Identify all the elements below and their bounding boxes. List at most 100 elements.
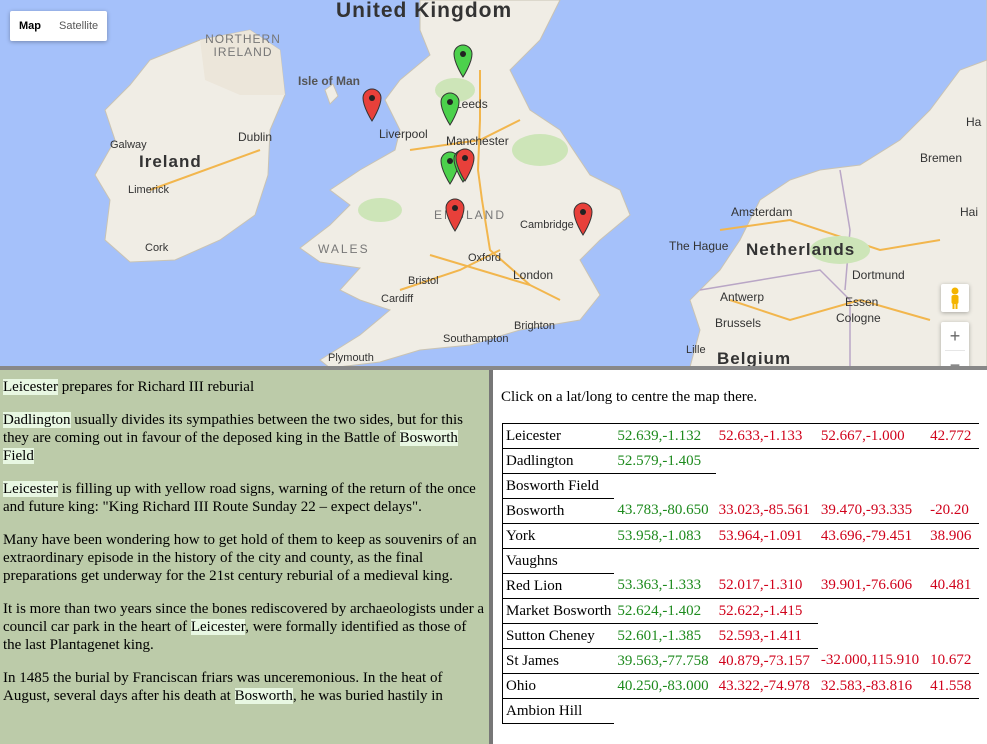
empty-cell [818,549,927,574]
empty-cell [927,474,979,499]
map-marker-red-icon[interactable] [455,148,475,182]
locations-intro: Click on a lat/long to centre the map th… [501,389,758,405]
latlong-link[interactable]: 39.470,-93.335 [817,498,928,524]
article-text-segment: Many have been wondering how to get hold… [3,532,477,584]
latlong-link[interactable]: 53.363,-1.333 [614,573,716,599]
place-highlight[interactable]: Leicester [3,379,58,395]
location-row: York 53.958,-1.083 53.964,-1.091 43.696,-79… [502,523,980,549]
location-row: Ohio 40.250,-83.000 43.322,-74.978 32.583,-… [502,673,980,699]
label-northern-ireland: NORTHERN IRELAND [205,32,281,59]
map-view[interactable]: United Kingdom NORTHERN IRELAND Isle of … [0,0,987,367]
empty-cell [818,474,927,499]
place-highlight[interactable]: Leicester [190,619,246,635]
map-type-map-button[interactable]: Map [10,11,50,41]
latlong-link[interactable]: -20.20 [927,498,980,524]
label-southampton: Southampton [443,333,509,345]
label-bristol: Bristol [408,275,439,287]
map-marker-green-icon[interactable] [440,92,460,126]
location-name: Bosworth Field [502,473,615,499]
location-name: Ambion Hill [502,698,615,724]
latlong-link[interactable]: 53.958,-1.083 [614,523,716,549]
latlong-link[interactable]: 40.879,-73.157 [715,648,818,674]
place-highlight[interactable]: Leicester [3,481,58,497]
latlong-link[interactable]: 38.906 [927,523,980,549]
empty-cell [927,599,979,624]
location-name: Vaughns [502,548,615,574]
article-paragraph: Leicester is filling up with yellow road… [3,480,485,516]
latlong-link[interactable]: 52.593,-1.411 [715,623,818,649]
empty-cell [927,549,979,574]
latlong-link[interactable]: 53.964,-1.091 [715,523,818,549]
place-highlight[interactable]: Bosworth [234,688,293,704]
latlong-link[interactable]: 52.579,-1.405 [614,448,716,474]
latlong-link[interactable]: -32.000,115.910 [817,648,928,674]
location-row: St James 39.563,-77.758 40.879,-73.157 -32.… [502,648,980,674]
latlong-link[interactable]: 42.772 [927,423,980,449]
empty-cell [927,624,979,649]
label-essen: Essen [845,295,879,309]
zoom-control: + − [941,322,969,367]
location-name: Market Bosworth [502,598,615,624]
latlong-link[interactable]: 43.696,-79.451 [817,523,928,549]
latlong-link[interactable]: 41.558 [927,673,980,699]
latlong-link[interactable]: 52.601,-1.385 [614,623,716,649]
place-highlight[interactable]: Dadlington [3,412,71,428]
latlong-link[interactable]: 52.667,-1.000 [817,423,928,449]
label-bremen: Bremen [920,151,963,165]
label-manchester: Manchester [446,134,509,148]
label-lille: Lille [686,344,706,356]
article-paragraph: It is more than two years since the bone… [3,600,485,654]
map-marker-green-icon[interactable] [453,44,473,79]
latlong-link[interactable]: 52.633,-1.133 [715,423,818,449]
location-row: Bosworth Field [502,473,980,499]
latlong-link[interactable]: 39.563,-77.758 [614,648,716,674]
latlong-link[interactable]: 40.481 [927,573,980,599]
latlong-link[interactable]: 40.250,-83.000 [614,673,716,699]
empty-cell [927,699,979,724]
label-cologne: Cologne [836,311,881,325]
label-wales: WALES [318,242,370,256]
latlong-link[interactable]: 52.624,-1.402 [614,598,716,624]
location-row: Vaughns [502,548,980,574]
empty-cell [818,624,927,649]
latlong-link[interactable]: 52.622,-1.415 [715,598,818,624]
location-row: Sutton Cheney 52.601,-1.385 52.593,-1.411 [502,623,980,649]
latlong-link[interactable]: 43.322,-74.978 [715,673,818,699]
label-the-hague: The Hague [669,239,729,253]
label-hai: Hai [960,205,979,219]
latlong-link[interactable]: 39.901,-76.606 [817,573,928,599]
label-cambridge: Cambridge [520,219,574,231]
map-type-satellite-button[interactable]: Satellite [50,11,107,41]
latlong-link[interactable]: 43.783,-80.650 [614,498,716,524]
map-marker-red-icon[interactable] [445,198,465,233]
label-galway: Galway [110,139,147,151]
latlong-link[interactable]: 33.023,-85.561 [715,498,818,524]
latlong-link[interactable]: 52.639,-1.132 [614,423,716,449]
locations-table: Leicester 52.639,-1.132 52.633,-1.133 52.66… [502,423,980,724]
zoom-in-button[interactable]: + [941,322,969,350]
label-belgium: Belgium [717,349,792,367]
article-paragraph: In 1485 the burial by Franciscan friars … [3,669,485,705]
map-marker-red-icon[interactable] [362,88,382,122]
empty-cell [614,474,715,499]
location-name: Bosworth [502,498,615,524]
latlong-link[interactable]: 52.017,-1.310 [715,573,818,599]
map-marker-red-icon[interactable] [573,202,593,236]
street-view-pegman-icon[interactable] [941,284,969,312]
latlong-link[interactable]: 10.672 [927,648,980,674]
label-liverpool: Liverpool [379,127,428,141]
zoom-out-button[interactable]: − [941,351,969,367]
label-brighton: Brighton [514,320,555,332]
label-netherlands: Netherlands [746,240,856,259]
article-paragraph: Dadlington usually divides its sympathie… [3,411,485,465]
map-type-control: Map Satellite [10,11,108,41]
label-ha: Ha [966,115,982,129]
location-row: Leicester 52.639,-1.132 52.633,-1.133 52.66… [502,423,980,449]
empty-cell [716,474,818,499]
empty-cell [716,699,818,724]
latlong-link[interactable]: 32.583,-83.816 [817,673,928,699]
label-dublin: Dublin [238,130,273,144]
article-text-segment: , he was buried hastily in [292,688,443,704]
empty-cell [818,699,927,724]
empty-cell [818,449,927,474]
